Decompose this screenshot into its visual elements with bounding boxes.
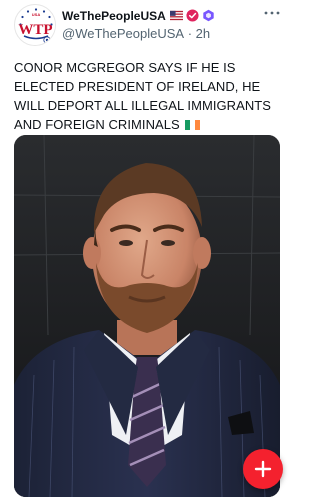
separator-dot: · bbox=[184, 26, 196, 41]
wtp-logo: USA WTP bbox=[16, 6, 55, 45]
author-block: WeThePeopleUSA @WeThePeopleUSA · 2h bbox=[62, 7, 262, 41]
more-horizontal-icon[interactable] bbox=[264, 7, 280, 19]
hexagon-badge-icon bbox=[203, 9, 214, 22]
post-image[interactable] bbox=[14, 135, 280, 497]
plus-icon bbox=[254, 460, 272, 478]
usa-flag-icon bbox=[169, 10, 183, 21]
portrait-photo bbox=[14, 135, 280, 497]
display-name[interactable]: WeThePeopleUSA bbox=[62, 9, 166, 23]
ireland-flag-icon bbox=[185, 120, 201, 130]
avatar[interactable]: USA WTP bbox=[14, 4, 56, 46]
post-text: CONOR MCGREGOR SAYS IF HE IS ELECTED PRE… bbox=[14, 60, 271, 132]
compose-button[interactable] bbox=[243, 449, 283, 489]
post-text-block: CONOR MCGREGOR SAYS IF HE IS ELECTED PRE… bbox=[14, 58, 284, 134]
timestamp[interactable]: 2h bbox=[196, 26, 210, 41]
avatar-subtext: USA bbox=[32, 12, 41, 17]
verified-badge-icon bbox=[186, 9, 199, 22]
handle[interactable]: @WeThePeopleUSA bbox=[62, 26, 184, 41]
post-header: USA WTP WeThePeopleUSA @WeThePeopleUSA ·… bbox=[0, 0, 294, 48]
